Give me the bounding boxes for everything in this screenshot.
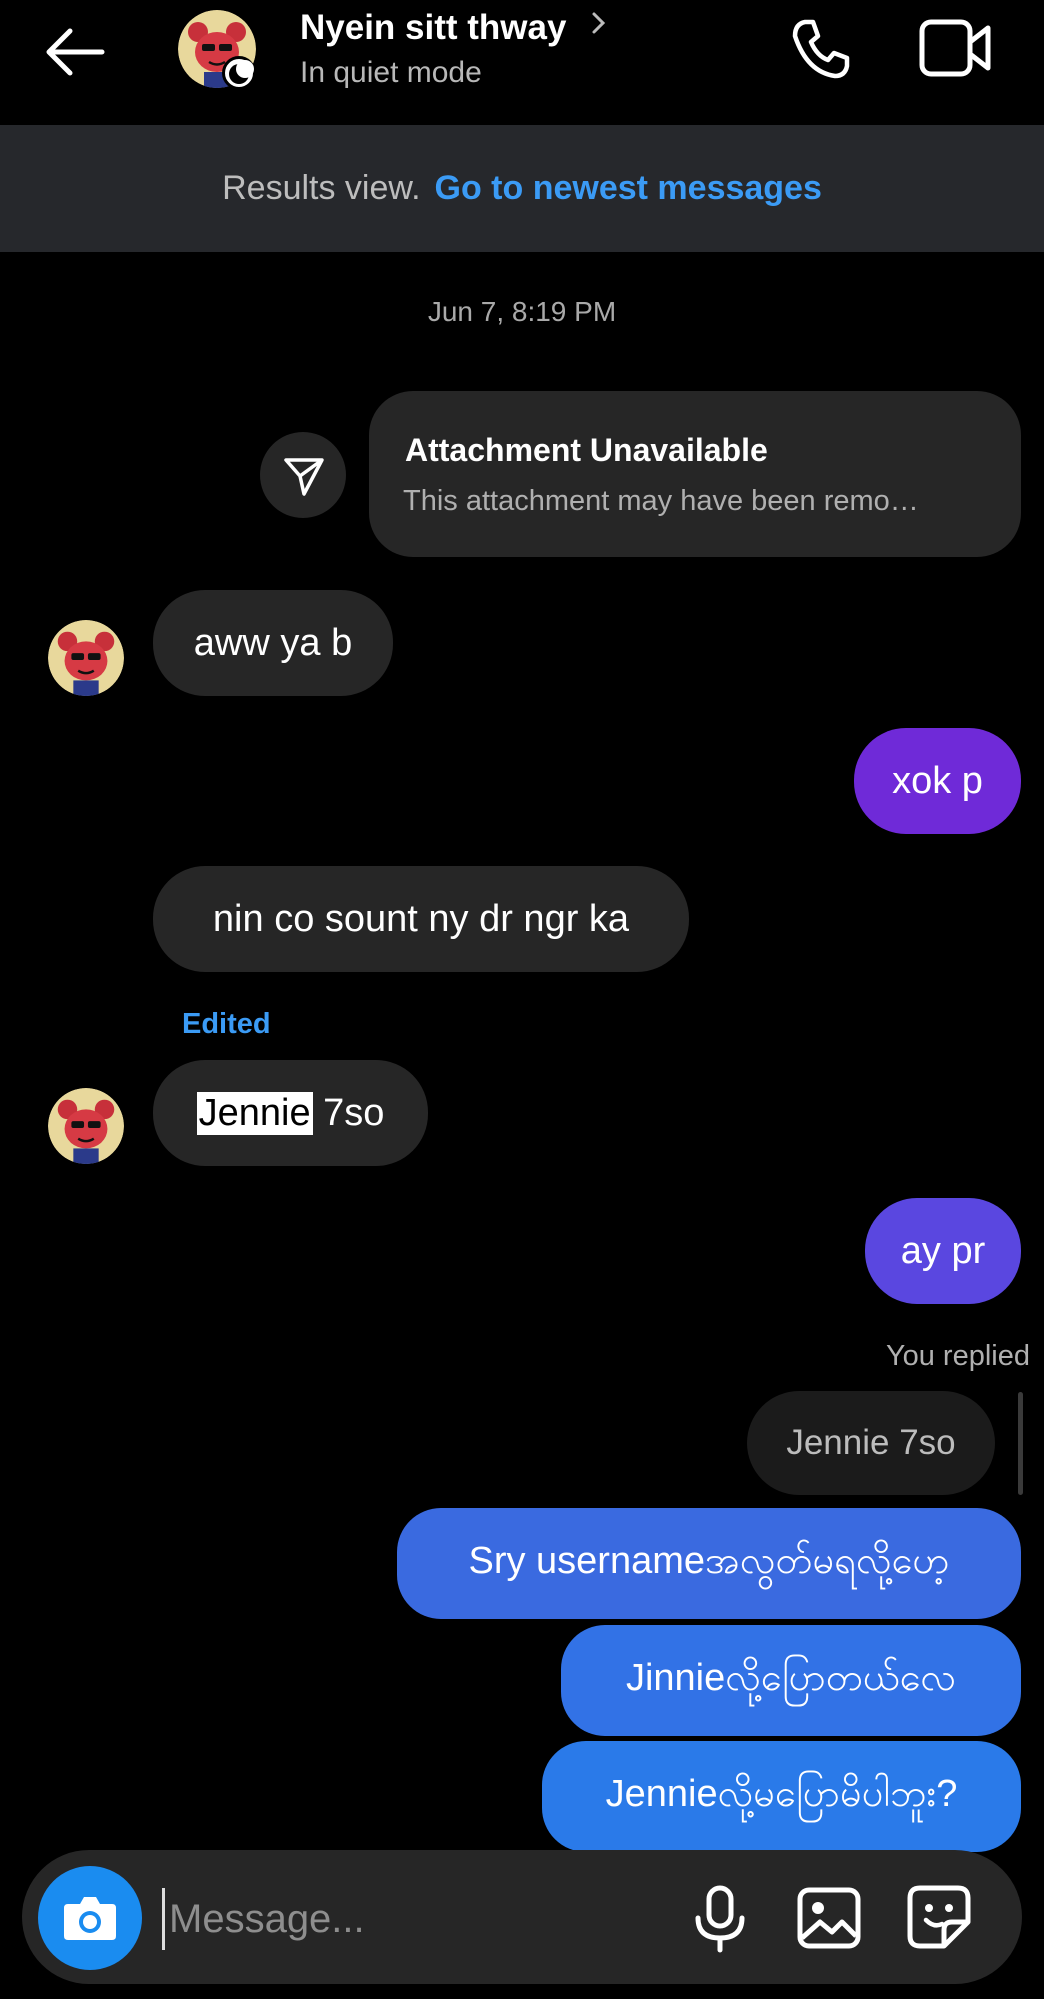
go-to-newest-link[interactable]: Go to newest messages [435, 169, 822, 208]
outgoing-message[interactable]: Sry usernameအလွတ်မရလို့ဟေ့ [397, 1508, 1021, 1619]
outgoing-message[interactable]: ay pr [865, 1198, 1021, 1304]
results-banner: Results view. Go to newest messages [0, 125, 1044, 252]
back-button[interactable] [40, 22, 110, 82]
share-button[interactable] [260, 432, 346, 518]
sticker-icon [907, 1885, 971, 1949]
incoming-message[interactable]: Jennie 7so [153, 1060, 428, 1166]
microphone-icon [695, 1885, 745, 1953]
contact-name[interactable]: Nyein sitt thway [300, 8, 566, 48]
chat-header: Nyein sitt thway In quiet mode [0, 0, 1044, 125]
contact-status: In quiet mode [300, 56, 482, 89]
camera-icon [64, 1897, 116, 1940]
edited-label: Edited [182, 1008, 271, 1040]
quiet-mode-badge [222, 56, 256, 90]
send-icon [284, 458, 324, 496]
back-arrow-icon [46, 28, 105, 76]
gallery-icon [797, 1887, 861, 1949]
message-text: 7so [312, 1091, 385, 1134]
incoming-message[interactable]: nin co sount ny dr ngr ka [153, 866, 689, 972]
sender-avatar[interactable] [48, 1088, 124, 1164]
chevron-right-icon[interactable] [590, 8, 608, 46]
outgoing-message[interactable]: xok p [854, 728, 1021, 834]
sender-avatar[interactable] [48, 620, 124, 696]
message-input[interactable] [162, 1888, 671, 1950]
attachment-subtitle: This attachment may have been remo… [403, 485, 919, 517]
camera-button[interactable] [38, 1866, 142, 1970]
attachment-title: Attachment Unavailable [405, 432, 768, 468]
incoming-message[interactable]: aww ya b [153, 590, 393, 696]
results-view-label: Results view. [222, 169, 421, 207]
outgoing-message[interactable]: Jennieလို့မပြောမိပါဘူး? [542, 1741, 1021, 1852]
video-call-button[interactable] [918, 16, 994, 82]
message-timestamp: Jun 7, 8:19 PM [427, 296, 617, 327]
voice-call-button[interactable] [785, 14, 855, 84]
gallery-button[interactable] [796, 1886, 862, 1950]
video-camera-icon [919, 19, 991, 77]
highlighted-search-term: Jennie [196, 1091, 313, 1135]
attachment-card[interactable] [369, 391, 1021, 557]
phone-icon [792, 19, 850, 79]
quoted-message[interactable]: Jennie 7so [747, 1391, 995, 1495]
moon-icon [229, 60, 254, 84]
voice-message-button[interactable] [690, 1884, 750, 1954]
sticker-button[interactable] [906, 1884, 972, 1950]
reply-indicator-bar [1018, 1392, 1023, 1495]
outgoing-message[interactable]: Jinnieလို့ပြောတယ်လေ [561, 1625, 1021, 1736]
reply-label: You replied [885, 1340, 1030, 1372]
